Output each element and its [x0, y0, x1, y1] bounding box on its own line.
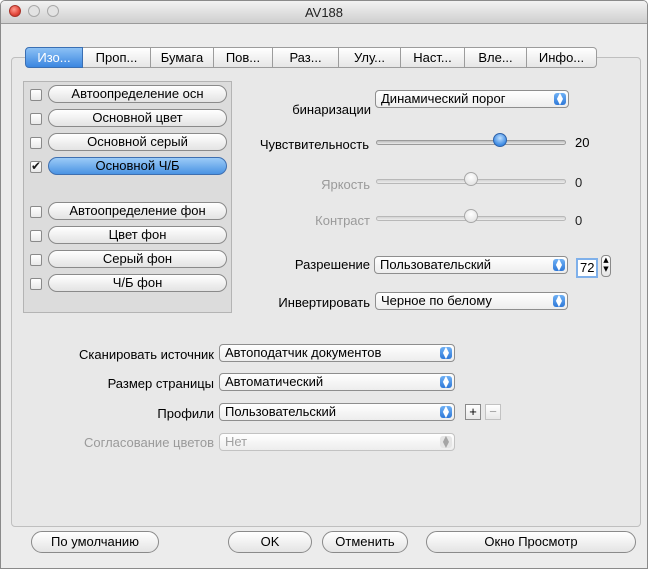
default-button[interactable]: По умолчанию	[31, 531, 159, 553]
cancel-button[interactable]: Отменить	[322, 531, 408, 553]
binarization-label: бинаризации	[292, 102, 371, 117]
preview-button[interactable]: Окно Просмотр	[426, 531, 636, 553]
binarization-select[interactable]: Динамический порог ▲ ▼	[375, 90, 569, 108]
image-type-main-bw[interactable]: Основной Ч/Б	[48, 157, 227, 175]
image-type-back-color[interactable]: Цвет фон	[48, 226, 227, 244]
scan-source-select[interactable]: Автоподатчик документов ▲ ▼	[219, 344, 455, 362]
sensitivity-slider[interactable]	[376, 140, 566, 145]
sensitivity-label: Чувствительность	[259, 137, 369, 152]
page-size-value: Автоматический	[225, 374, 324, 389]
tab-info[interactable]: Инфо...	[527, 47, 597, 68]
resolution-value: Пользовательский	[380, 257, 492, 272]
image-type-main-gray[interactable]: Основной серый	[48, 133, 227, 151]
invert-value: Черное по белому	[381, 293, 492, 308]
tab-paper[interactable]: Бумага	[151, 47, 214, 68]
image-type-back-bw[interactable]: Ч/Б фон	[48, 274, 227, 292]
profiles-value: Пользовательский	[225, 404, 337, 419]
checkbox-back-gray[interactable]	[30, 254, 42, 266]
checkbox-back-bw[interactable]	[30, 278, 42, 290]
ok-button[interactable]: OK	[228, 531, 312, 553]
select-arrows-icon: ▲ ▼	[440, 375, 452, 389]
add-profile-button[interactable]: +	[465, 404, 481, 420]
image-type-auto-detect-main[interactable]: Автоопределение осн	[48, 85, 227, 103]
invert-select[interactable]: Черное по белому ▲ ▼	[375, 292, 568, 310]
tab-image[interactable]: Изо...	[25, 47, 83, 68]
invert-label: Инвертировать	[278, 295, 370, 310]
contrast-label: Контраст	[315, 213, 370, 228]
color-matching-label: Согласование цветов	[84, 435, 214, 450]
checkbox-main-color[interactable]	[30, 113, 42, 125]
sensitivity-slider-thumb[interactable]	[493, 133, 507, 147]
profiles-select[interactable]: Пользовательский ▲ ▼	[219, 403, 455, 421]
select-arrows-icon: ▲ ▼	[440, 435, 452, 449]
page-size-label: Размер страницы	[107, 376, 214, 391]
dpi-stepper[interactable]: ▲ ▼	[601, 255, 611, 277]
tab-enhancement[interactable]: Улу...	[339, 47, 401, 68]
checkbox-auto-detect-main[interactable]	[30, 89, 42, 101]
color-matching-value: Нет	[225, 434, 248, 449]
tab-imprinter[interactable]: Вле...	[465, 47, 527, 68]
brightness-value: 0	[575, 175, 583, 190]
tab-rotation[interactable]: Пов...	[214, 47, 273, 68]
remove-profile-button[interactable]: −	[485, 404, 501, 420]
scan-source-label: Сканировать источник	[79, 347, 214, 362]
page-size-select[interactable]: Автоматический ▲ ▼	[219, 373, 455, 391]
select-arrows-icon: ▲ ▼	[554, 92, 566, 106]
contrast-value: 0	[575, 213, 583, 228]
resolution-select[interactable]: Пользовательский ▲ ▼	[374, 256, 568, 274]
select-arrows-icon: ▲ ▼	[440, 346, 452, 360]
scan-source-value: Автоподатчик документов	[225, 345, 382, 360]
scanner-window: AV188 Изо... Проп... Бумага Пов... Раз..…	[0, 0, 648, 569]
profiles-label: Профили	[157, 406, 214, 421]
dpi-input[interactable]: 72	[576, 258, 598, 278]
stepper-down-icon[interactable]: ▼	[602, 265, 610, 274]
checkbox-back-color[interactable]	[30, 230, 42, 242]
sensitivity-value: 20	[575, 135, 590, 150]
binarization-value: Динамический порог	[381, 91, 506, 106]
tab-settings[interactable]: Наст...	[401, 47, 465, 68]
tab-bar: Изо... Проп... Бумага Пов... Раз... Улу.…	[25, 47, 597, 68]
tab-properties[interactable]: Проп...	[83, 47, 151, 68]
stepper-up-icon[interactable]: ▲	[602, 256, 610, 265]
image-type-main-color[interactable]: Основной цвет	[48, 109, 227, 127]
checkbox-main-gray[interactable]	[30, 137, 42, 149]
select-arrows-icon: ▲ ▼	[553, 294, 565, 308]
resolution-label: Разрешение	[294, 257, 370, 272]
image-type-auto-detect-back[interactable]: Автоопределение фон	[48, 202, 227, 220]
brightness-slider-thumb[interactable]	[464, 172, 478, 186]
checkbox-main-bw[interactable]	[30, 159, 42, 173]
brightness-label: Яркость	[321, 177, 370, 192]
title-bar: AV188	[1, 1, 647, 24]
select-arrows-icon: ▲ ▼	[553, 258, 565, 272]
window-title: AV188	[304, 5, 344, 20]
contrast-slider-thumb[interactable]	[464, 209, 478, 223]
tab-separation[interactable]: Раз...	[273, 47, 339, 68]
image-type-back-gray[interactable]: Серый фон	[48, 250, 227, 268]
checkbox-auto-detect-back[interactable]	[30, 206, 42, 218]
select-arrows-icon: ▲ ▼	[440, 405, 452, 419]
color-matching-select[interactable]: Нет ▲ ▼	[219, 433, 455, 451]
